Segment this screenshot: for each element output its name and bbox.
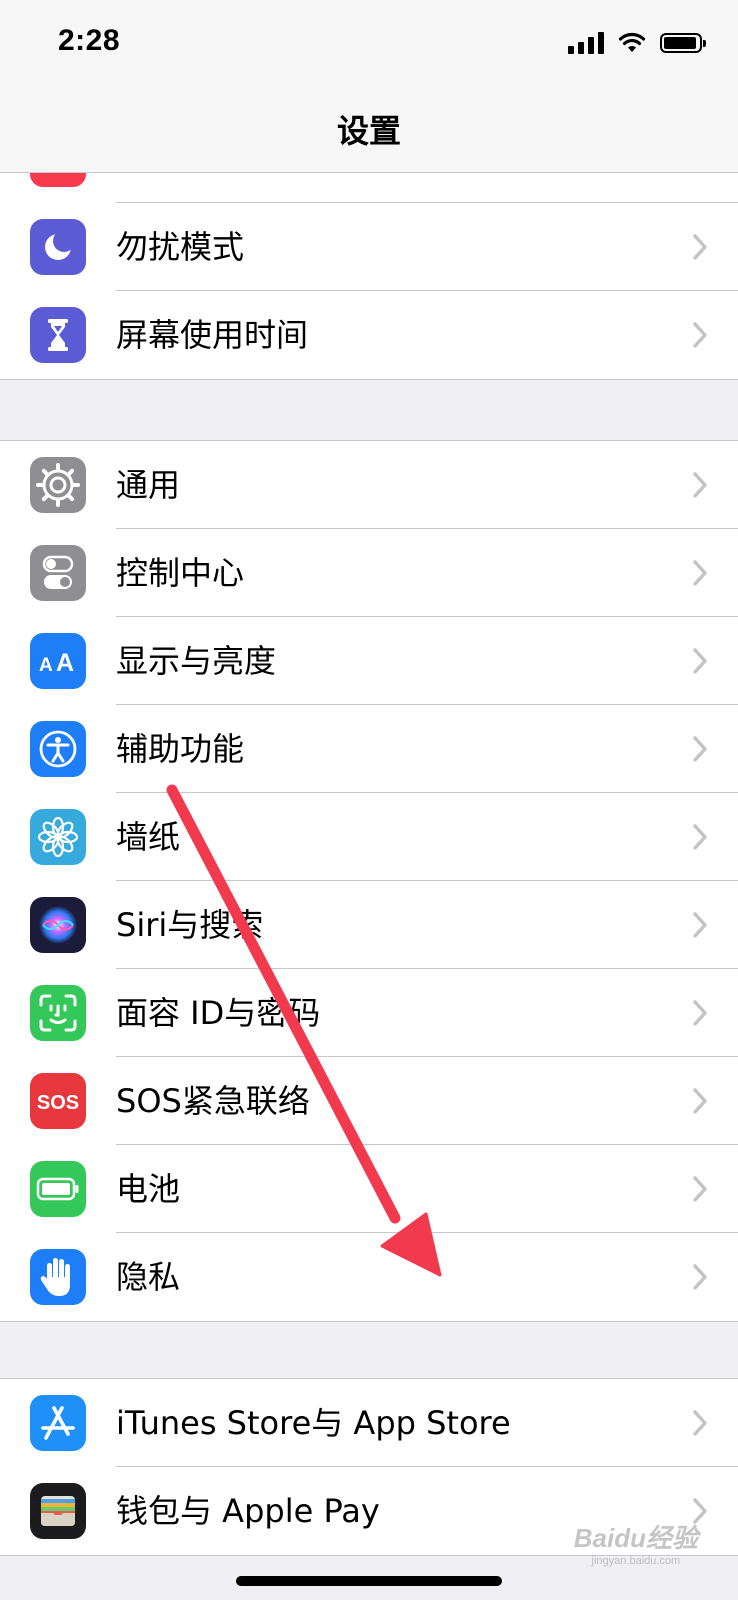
svg-text:SOS: SOS [37,1092,79,1114]
settings-row-emergency-sos[interactable]: SOS SOS紧急联络 [0,1057,738,1145]
settings-row-label: SOS紧急联络 [116,1082,310,1120]
chevron-right-icon [693,1264,707,1290]
wallet-icon [30,1483,86,1539]
settings-row-label: 电池 [116,1170,181,1208]
chevron-right-icon [693,736,707,762]
chevron-right-icon [693,472,707,498]
page-title: 设置 [336,112,401,150]
settings-row-do-not-disturb[interactable]: 勿扰模式 [0,203,738,291]
settings-row-privacy[interactable]: 隐私 [0,1233,738,1321]
settings-row-label: 显示与亮度 [116,642,277,680]
text-size-icon: A A [30,633,86,689]
settings-row-accessibility[interactable]: 辅助功能 [0,705,738,793]
navigation-bar: 设置 [0,90,738,173]
chevron-right-icon [693,1000,707,1026]
settings-group-system: 通用 控制中心 A A 显示与亮度 辅助功能 墙纸 Siri与搜索 面容 ID与… [0,440,738,1322]
face-id-icon [30,985,86,1041]
toggles-icon [30,545,86,601]
watermark-logo: Baidu经验 [573,1523,698,1553]
settings-row-label: 勿扰模式 [116,228,245,266]
settings-row-label: 辅助功能 [116,730,245,768]
settings-row-label: Siri与搜索 [116,906,264,944]
settings-row-general[interactable]: 通用 [0,441,738,529]
wifi-icon [618,32,646,52]
status-time: 2:28 [58,24,121,57]
home-indicator[interactable] [236,1576,502,1586]
settings-row-label: 钱包与 Apple Pay [116,1492,380,1530]
accessibility-icon [30,721,86,777]
chevron-right-icon [693,1176,707,1202]
hand-icon [30,1249,86,1305]
settings-row-control-center[interactable]: 控制中心 [0,529,738,617]
chevron-right-icon [693,912,707,938]
chevron-right-icon [693,322,707,348]
flower-icon [30,809,86,865]
settings-row-label: 隐私 [116,1258,181,1296]
settings-row-siri-search[interactable]: Siri与搜索 [0,881,738,969]
settings-row-face-id-passcode[interactable]: 面容 ID与密码 [0,969,738,1057]
moon-icon [30,219,86,275]
siri-icon [30,897,86,953]
battery-icon [30,1161,86,1217]
settings-row-display-brightness[interactable]: A A 显示与亮度 [0,617,738,705]
svg-text:A: A [56,649,74,676]
status-bar: 2:28 [0,0,738,90]
app-store-icon [30,1395,86,1451]
settings-row-label: 通用 [116,466,181,504]
settings-row-label: iTunes Store与 App Store [116,1404,511,1442]
settings-row-itunes-app-store[interactable]: iTunes Store与 App Store [0,1379,738,1467]
cellular-signal-icon [568,32,604,54]
chevron-right-icon [693,1410,707,1436]
battery-status-icon [660,33,706,53]
watermark: Baidu经验 jingyan.baidu.com [574,1518,698,1567]
settings-row-screen-time[interactable]: 屏幕使用时间 [0,291,738,379]
hourglass-icon [30,307,86,363]
settings-row-label: 墙纸 [116,818,181,856]
settings-row-wallpaper[interactable]: 墙纸 [0,793,738,881]
gear-icon [30,457,86,513]
chevron-right-icon [693,824,707,850]
sos-icon: SOS [30,1073,86,1129]
settings-row-label: 面容 ID与密码 [116,994,321,1032]
watermark-url: jingyan.baidu.com [591,1555,681,1567]
chevron-right-icon [693,560,707,586]
status-icons [568,32,706,54]
settings-row-battery[interactable]: 电池 [0,1145,738,1233]
chevron-right-icon [693,234,707,260]
settings-row-label: 屏幕使用时间 [116,316,309,354]
svg-text:A: A [39,655,53,676]
chevron-right-icon [693,1088,707,1114]
settings-row-label: 控制中心 [116,554,245,592]
chevron-right-icon [693,648,707,674]
